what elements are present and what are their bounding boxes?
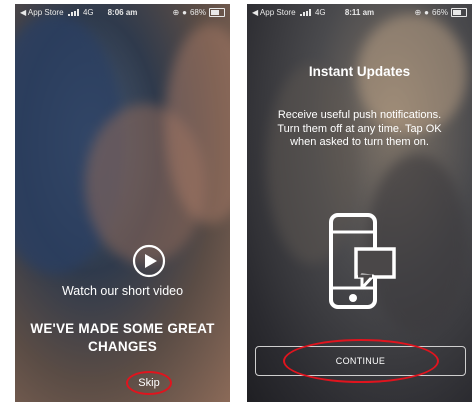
continue-button[interactable]: CONTINUE	[255, 346, 466, 376]
page-title: Instant Updates	[308, 64, 411, 79]
status-carrier[interactable]: ◀ App Store 4G	[252, 8, 414, 17]
signal-icon	[67, 8, 79, 16]
status-bar: ◀ App Store 4G 8:11 am ⊕ ● 66%	[247, 4, 472, 20]
watch-video-link[interactable]: Watch our short video	[15, 284, 230, 298]
description-text: Receive useful push notifications. Turn …	[277, 109, 442, 148]
back-to-app-store[interactable]: ◀ App Store	[252, 8, 296, 17]
headline: WE'VE MADE SOME GREAT CHANGES	[30, 321, 215, 354]
status-right: ⊕ ● 66%	[414, 7, 467, 17]
onboarding-video-screen: ◀ App Store 4G 8:06 am ⊕ ● 68% Watch our…	[15, 4, 230, 402]
battery-icon	[451, 7, 467, 17]
alarm-icon: ●	[424, 7, 429, 17]
location-icon: ⊕	[414, 7, 422, 17]
network-label: 4G	[82, 7, 94, 17]
network-label: 4G	[314, 7, 326, 17]
skip-button[interactable]: Skip	[126, 371, 172, 395]
battery-icon	[209, 7, 225, 17]
play-circle-icon[interactable]	[132, 244, 166, 278]
signal-icon	[299, 8, 311, 16]
instant-updates-screen: ◀ App Store 4G 8:11 am ⊕ ● 66% Instant U…	[247, 4, 472, 402]
location-icon: ⊕	[172, 7, 180, 17]
battery-percent: 68%	[189, 7, 206, 17]
back-to-app-store[interactable]: ◀ App Store	[20, 8, 64, 17]
status-carrier[interactable]: ◀ App Store 4G	[20, 8, 172, 17]
battery-percent: 66%	[431, 7, 448, 17]
status-bar: ◀ App Store 4G 8:06 am ⊕ ● 68%	[15, 4, 230, 20]
status-right: ⊕ ● 68%	[172, 7, 225, 17]
phone-message-icon	[329, 213, 396, 309]
alarm-icon: ●	[182, 7, 187, 17]
